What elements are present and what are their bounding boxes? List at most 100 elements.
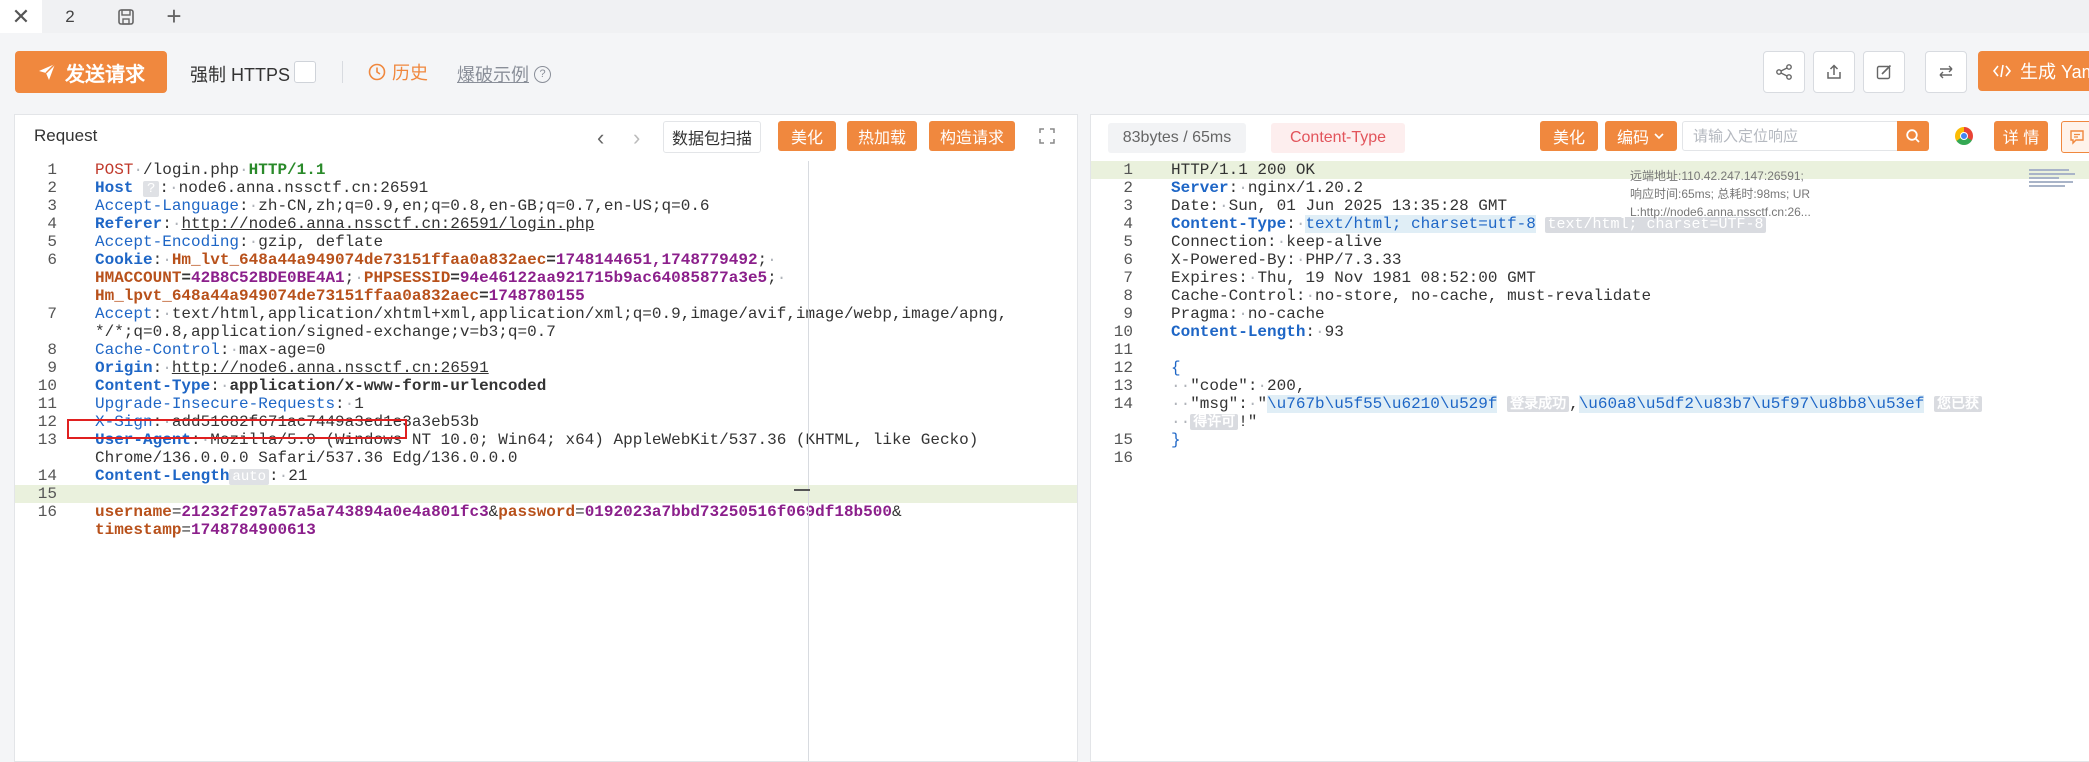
divider	[342, 61, 343, 83]
code-line: 2 Host ?:·node6.anna.nssctf.cn:26591	[47, 179, 429, 197]
request-url: L:http://node6.anna.nssctf.cn:26...	[1630, 205, 1811, 219]
toolbar: 发送请求 强制 HTTPS 历史 爆破示例 ? 生成 Yam	[0, 33, 2089, 111]
code-line: 6 Cookie:·Hm_lvt_648a44a949074de73151ffaa…	[47, 251, 777, 269]
request-panel: Request ‹ › 数据包扫描 美化 热加载 构造请求 1 POST·/log…	[14, 114, 1078, 762]
code-line: 7 Expires:·Thu, 19 Nov 1981 08:52:00 GMT	[1123, 269, 1536, 287]
packet-scan-button[interactable]: 数据包扫描	[663, 121, 761, 153]
code-line: 8 Cache-Control:·no-store, no-cache, must…	[1123, 287, 1652, 305]
request-editor[interactable]: 1 POST·/login.php·HTTP/1.1 2 Host ?:·node6…	[15, 161, 1077, 761]
detail-button[interactable]: 详 情	[1994, 121, 2048, 151]
encoding-label: 编码	[1616, 130, 1649, 147]
save-icon[interactable]	[108, 0, 144, 33]
send-request-label: 发送请求	[65, 63, 145, 86]
code-line: 10 Content-Length:·93	[1113, 323, 1344, 341]
code-line: 10 Content-Type:·application/x-www-form-u…	[37, 377, 547, 395]
code-line: 16	[1113, 449, 1133, 467]
scroll-marker	[794, 489, 810, 491]
x-sign-highlight-box	[67, 419, 407, 439]
code-line: HMACCOUNT=42B8C52BDE0BE4A1;·PHPSESSID=94…	[95, 269, 787, 287]
prev-arrow-icon[interactable]: ‹	[597, 125, 604, 151]
code-line: 4 Content-Type:·text/html; charset=utf-8 …	[1123, 215, 1766, 233]
code-line: 15}	[1113, 431, 1181, 449]
fullscreen-icon[interactable]	[1038, 127, 1056, 150]
code-line: 7 Accept:·text/html,application/xhtml+xml…	[47, 305, 1008, 323]
search-icon	[1906, 129, 1920, 143]
code-line: 14 ··"msg":·"\u767b\u5f55\u6210\u529f 登录成…	[1091, 395, 2089, 413]
code-line: 12{	[1113, 359, 1181, 377]
code-line: 9 Pragma:·no-cache	[1123, 305, 1325, 323]
send-icon	[39, 63, 56, 80]
response-size-badge: 83bytes / 65ms	[1108, 123, 1246, 153]
code-line: timestamp=1748784900613	[95, 521, 316, 539]
encoding-dropdown[interactable]: 编码	[1605, 121, 1677, 151]
code-line-current: 1 HTTP/1.1 200 OK	[1091, 161, 2089, 179]
locate-response-input[interactable]	[1682, 121, 1898, 151]
history-label: 历史	[392, 63, 428, 83]
edit-icon	[1876, 64, 1892, 80]
code-line: 3 Date:·Sun, 01 Jun 2025 13:35:28 GMT	[1123, 197, 1508, 215]
response-panel: 83bytes / 65ms Content-Type 美化 编码 详 情 1H…	[1090, 114, 2089, 762]
brute-force-example-link[interactable]: 爆破示例 ?	[457, 61, 551, 87]
code-line: 2 Server:·nginx/1.20.2	[1123, 179, 1364, 197]
code-line: 3 Accept-Language:·zh-CN,zh;q=0.9,en;q=0.…	[47, 197, 710, 215]
swap-icon	[1939, 65, 1953, 79]
chrome-icon[interactable]	[1955, 127, 1973, 145]
next-arrow-icon[interactable]: ›	[633, 125, 640, 151]
code-line: 14 Content-Length auto:·21	[37, 467, 308, 485]
code-line: 5 Accept-Encoding:·gzip, deflate	[47, 233, 384, 251]
code-icon	[1992, 64, 2012, 78]
response-beautify-button[interactable]: 美化	[1540, 121, 1598, 151]
construct-request-button[interactable]: 构造请求	[929, 121, 1015, 151]
code-line: 5 Connection:·keep-alive	[1123, 233, 1383, 251]
swap-button[interactable]	[1925, 51, 1967, 93]
clock-icon	[368, 63, 386, 81]
tab-2[interactable]: 2	[42, 0, 98, 33]
response-editor[interactable]: 1 HTTP/1.1 200 OK 2 Server:·nginx/1.20.2 3…	[1091, 161, 2089, 761]
message-button[interactable]	[2061, 121, 2089, 153]
message-icon	[2070, 130, 2084, 145]
code-line: 11	[1113, 341, 1133, 359]
response-meta-info: 远端地址:110.42.247.147:26591; 响应时间:65ms; 总耗…	[1630, 167, 1811, 221]
response-timing: 响应时间:65ms; 总耗时:98ms; UR	[1630, 187, 1811, 201]
code-line: Chrome/136.0.0.0 Safari/537.36 Edg/136.0…	[95, 449, 518, 467]
history-button[interactable]: 历史	[368, 59, 428, 85]
minimap[interactable]	[2029, 167, 2077, 193]
code-line: Hm_lpvt_648a44a949074de73151ffaa0a832aec…	[95, 287, 585, 305]
code-line: 13 ··"code":·200,	[1113, 377, 1306, 395]
send-request-button[interactable]: 发送请求	[15, 51, 167, 93]
force-https-checkbox[interactable]	[294, 61, 316, 83]
force-https-label: 强制 HTTPS	[190, 65, 291, 85]
help-icon[interactable]: ?	[534, 65, 551, 83]
code-line: 1 POST·/login.php·HTTP/1.1	[47, 161, 326, 179]
code-line: 6 X-Powered-By:·PHP/7.3.33	[1123, 251, 1402, 269]
code-line: */*;q=0.8,application/signed-exchange;v=…	[95, 323, 556, 341]
export-icon	[1827, 64, 1841, 79]
content-type-badge[interactable]: Content-Type	[1271, 123, 1405, 153]
request-header: Request ‹ › 数据包扫描 美化 热加载 构造请求	[15, 115, 1077, 159]
editor-divider	[808, 161, 809, 761]
code-line-current: 15	[15, 485, 1077, 503]
search-button[interactable]	[1897, 121, 1929, 151]
code-line: 11 Upgrade-Insecure-Requests:·1	[37, 395, 364, 413]
beautify-button[interactable]: 美化	[778, 121, 836, 151]
example-label: 爆破示例	[457, 65, 529, 85]
code-line: ·· 得许可 !"	[1171, 413, 1258, 431]
code-line: 9 Origin:·http://node6.anna.nssctf.cn:265…	[47, 359, 489, 377]
code-line: 8 Cache-Control:·max-age=0	[47, 341, 326, 359]
close-tab-icon[interactable]: ✕	[0, 0, 42, 33]
remote-address: 远端地址:110.42.247.147:26591;	[1630, 169, 1804, 183]
hot-load-button[interactable]: 热加载	[847, 121, 917, 151]
share-button[interactable]	[1763, 51, 1805, 93]
generate-yaml-button[interactable]: 生成 Yam	[1978, 51, 2089, 91]
add-tab-icon[interactable]: +	[156, 0, 192, 33]
code-line: 16 username=21232f297a57a5a743894a0e4a801…	[37, 503, 902, 521]
response-header: 83bytes / 65ms Content-Type 美化 编码 详 情	[1091, 115, 2089, 159]
request-title: Request	[34, 126, 98, 145]
chevron-down-icon	[1654, 133, 1664, 140]
code-line: 4 Referer:·http://node6.anna.nssctf.cn:26…	[47, 215, 595, 233]
share-icon	[1776, 64, 1792, 80]
export-button[interactable]	[1813, 51, 1855, 93]
tab-strip: ✕ 2 +	[0, 0, 2089, 33]
generate-label: 生成 Yam	[2020, 62, 2089, 82]
edit-button[interactable]	[1863, 51, 1905, 93]
